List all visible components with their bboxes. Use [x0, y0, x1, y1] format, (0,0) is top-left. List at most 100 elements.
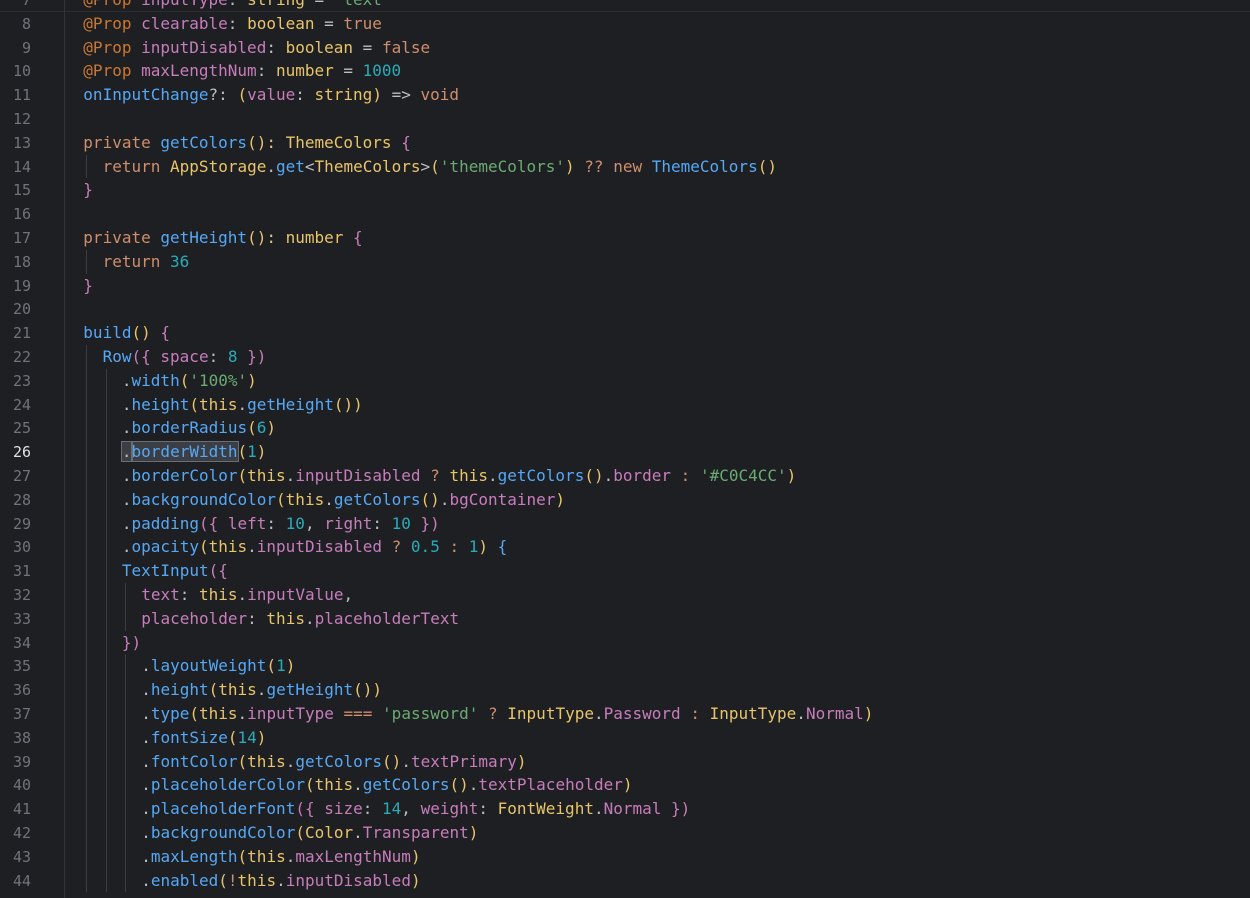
line-number[interactable]: 8 [0, 12, 31, 36]
line-number[interactable]: 27 [0, 464, 31, 488]
line-number[interactable]: 19 [0, 274, 31, 298]
line-number[interactable]: 13 [0, 131, 31, 155]
line-number[interactable]: 29 [0, 512, 31, 536]
code-token: }) [121, 632, 142, 652]
line-number[interactable]: 37 [0, 702, 31, 726]
code-line[interactable]: .backgroundColor(Color.Transparent) [64, 821, 478, 845]
code-token: this [199, 704, 238, 723]
code-line[interactable]: private getColors(): ThemeColors { [64, 131, 411, 155]
code-line[interactable]: text: this.inputValue, [64, 583, 353, 607]
code-line[interactable]: onInputChange?: (value: string) => void [64, 83, 459, 107]
code-token: @Prop [83, 61, 142, 81]
line-number[interactable]: 15 [0, 178, 31, 202]
line-number[interactable]: 40 [0, 773, 31, 797]
code-token: ( [276, 489, 286, 509]
code-line[interactable]: .padding({ left: 10, right: 10 }) [64, 512, 440, 536]
line-number[interactable]: 21 [0, 321, 31, 345]
code-line[interactable]: TextInput({ [64, 559, 228, 583]
code-token: . [121, 394, 132, 414]
line-number[interactable]: 23 [0, 369, 31, 393]
line-number[interactable]: 14 [0, 155, 31, 179]
code-line[interactable]: @Prop inputType: string = 'text' [64, 0, 392, 12]
code-token: string [314, 85, 373, 105]
code-token: : [228, 0, 247, 9]
line-number[interactable]: 26 [0, 440, 31, 464]
code-line[interactable]: private getHeight(): number { [64, 226, 362, 250]
code-line[interactable]: .placeholderFont({ size: 14, weight: Fon… [64, 797, 690, 821]
code-line[interactable]: .opacity(this.inputDisabled ? 0.5 : 1) { [64, 535, 507, 559]
code-line[interactable]: } [64, 274, 93, 298]
line-number[interactable]: 7 [0, 0, 31, 12]
code-line[interactable]: @Prop maxLengthNum: number = 1000 [64, 59, 401, 83]
line-number[interactable]: 31 [0, 559, 31, 583]
code-line[interactable]: placeholder: this.placeholderText [64, 607, 459, 631]
line-number[interactable]: 43 [0, 845, 31, 869]
code-token: enabled [150, 870, 219, 890]
code-line[interactable]: .fontSize(14) [64, 726, 266, 750]
code-token: . [304, 608, 315, 628]
line-number[interactable]: 41 [0, 797, 31, 821]
line-number[interactable]: 22 [0, 345, 31, 369]
code-line[interactable]: return 36 [64, 250, 190, 274]
line-number[interactable]: 44 [0, 869, 31, 893]
code-line[interactable]: return AppStorage.get<ThemeColors>('them… [64, 155, 777, 179]
code-line[interactable]: .maxLength(this.maxLengthNum) [64, 845, 420, 869]
code-token: () [131, 323, 161, 343]
code-token: . [401, 751, 411, 771]
line-number[interactable]: 17 [0, 226, 31, 250]
code-line[interactable]: .borderRadius(6) [64, 416, 276, 440]
line-number[interactable]: 34 [0, 631, 31, 655]
code-line[interactable]: .width('100%') [64, 369, 257, 393]
code-line[interactable]: }) [64, 631, 141, 655]
line-number[interactable]: 12 [0, 107, 31, 131]
code-line[interactable]: .backgroundColor(this.getColors().bgCont… [64, 488, 565, 512]
line-number[interactable]: 9 [0, 36, 31, 60]
line-number[interactable]: 38 [0, 726, 31, 750]
code-token: : [671, 466, 700, 485]
line-number[interactable]: 39 [0, 750, 31, 774]
line-number[interactable]: 33 [0, 607, 31, 631]
code-token: . [121, 466, 132, 485]
code-line[interactable]: .fontColor(this.getColors().textPrimary) [64, 750, 526, 774]
code-line[interactable]: .layoutWeight(1) [64, 654, 295, 678]
code-token: . [237, 585, 248, 604]
code-token: left [227, 513, 267, 533]
line-number[interactable]: 18 [0, 250, 31, 274]
code-token: { [160, 323, 171, 343]
code-token: 'text' [334, 0, 392, 9]
code-token: ? [382, 537, 411, 557]
line-number[interactable]: 10 [0, 59, 31, 83]
code-line[interactable]: Row({ space: 8 }) [64, 345, 267, 369]
line-number[interactable]: 35 [0, 654, 31, 678]
line-number[interactable]: 30 [0, 535, 31, 559]
line-number[interactable]: 42 [0, 821, 31, 845]
line-number[interactable]: 20 [0, 297, 31, 321]
code-token: ( [430, 156, 440, 176]
line-number[interactable]: 25 [0, 416, 31, 440]
code-line[interactable]: @Prop clearable: boolean = true [64, 12, 382, 36]
line-number[interactable]: 32 [0, 583, 31, 607]
code-token: ) [478, 537, 498, 557]
code-line[interactable]: .height(this.getHeight()) [64, 393, 363, 417]
code-editor[interactable]: 7 8 9 10 11 12 13 14 15 16 17 18 19 20 21 22 23 24 25 26 27 2… [0, 0, 1250, 898]
code-line[interactable]: } [64, 178, 93, 202]
code-token: padding [131, 513, 199, 533]
code-token: () [382, 751, 402, 771]
code-token: this [198, 585, 238, 604]
code-line[interactable]: .height(this.getHeight()) [64, 678, 382, 702]
code-token: ) [410, 870, 421, 890]
code-token: ) [786, 466, 797, 485]
line-number[interactable]: 36 [0, 678, 31, 702]
code-line[interactable]: build() { [64, 321, 170, 345]
line-number[interactable]: 24 [0, 393, 31, 417]
code-line[interactable]: .placeholderColor(this.getColors().textP… [64, 773, 632, 797]
code-line[interactable]: .borderColor(this.inputDisabled ? this.g… [64, 464, 796, 488]
code-line[interactable]: .type(this.inputType === 'password' ? In… [64, 702, 873, 726]
code-line[interactable]: @Prop inputDisabled: boolean = false [64, 36, 430, 60]
code-token: . [141, 656, 151, 676]
line-number[interactable]: 28 [0, 488, 31, 512]
line-number[interactable]: 16 [0, 202, 31, 226]
line-number[interactable]: 11 [0, 83, 31, 107]
code-line[interactable]: .enabled(!this.inputDisabled) [64, 869, 421, 893]
code-line[interactable]: .borderWidth(1) [64, 440, 266, 464]
